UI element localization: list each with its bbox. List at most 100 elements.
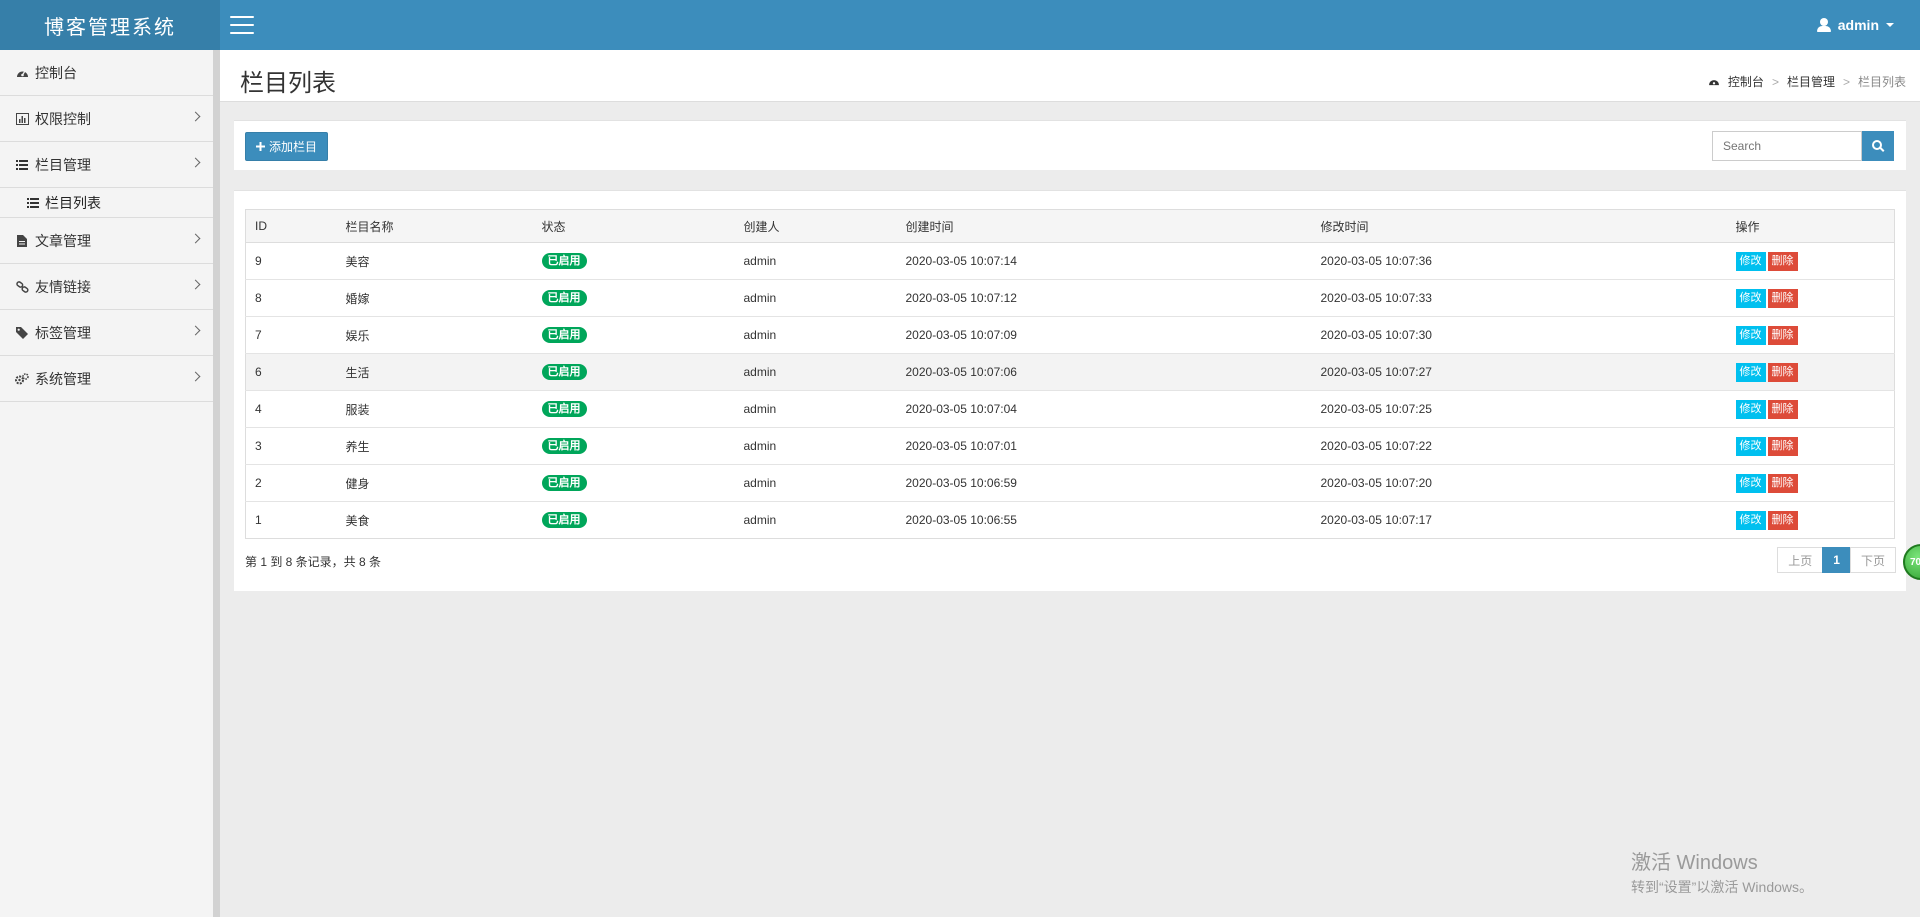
cell-status: 已启用: [532, 501, 735, 539]
gears-icon: [15, 372, 29, 386]
sidebar-item-tags[interactable]: 标签管理: [0, 310, 213, 356]
cell-creator: admin: [734, 279, 897, 317]
sidebar-item-articles[interactable]: 文章管理: [0, 218, 213, 264]
delete-button[interactable]: 删除: [1767, 436, 1798, 456]
delete-button[interactable]: 删除: [1767, 510, 1798, 530]
cell-name: 健身: [336, 464, 533, 502]
cell-creator: admin: [734, 464, 897, 502]
windows-activation-watermark: 激活 Windows 转到“设置”以激活 Windows。: [1631, 846, 1813, 897]
cell-status: 已启用: [532, 242, 735, 280]
sidebar-item-label: 系统管理: [35, 370, 91, 387]
table-header-row: ID 栏目名称 状态 创建人 创建时间 修改时间 操作: [245, 209, 1895, 243]
column-header-modified[interactable]: 修改时间: [1311, 209, 1727, 243]
column-header-status[interactable]: 状态: [532, 209, 735, 243]
sidebar-subitem-category-list[interactable]: 栏目列表: [0, 188, 213, 218]
sidebar-scrollbar[interactable]: [213, 50, 220, 917]
sidebar-item-system[interactable]: 系统管理: [0, 356, 213, 402]
cell-actions: 修改 删除: [1726, 353, 1895, 391]
toolbar-box: 添加栏目: [234, 120, 1906, 170]
edit-button[interactable]: 修改: [1735, 251, 1766, 271]
delete-button[interactable]: 删除: [1767, 325, 1798, 345]
table-row: 6 生活 已启用 admin 2020-03-05 10:07:06 2020-03-05…: [245, 353, 1895, 391]
table-row: 1 美食 已启用 admin 2020-03-05 10:06:55 2020-03-05…: [245, 501, 1895, 539]
page-title: 栏目列表: [240, 70, 336, 97]
table-row: 2 健身 已启用 admin 2020-03-05 10:06:59 2020-03-05…: [245, 464, 1895, 502]
status-badge: 已启用: [541, 475, 587, 491]
delete-button[interactable]: 删除: [1767, 399, 1798, 419]
sidebar-item-label: 控制台: [35, 64, 77, 81]
edit-button[interactable]: 修改: [1735, 288, 1766, 308]
user-menu[interactable]: admin: [1816, 0, 1894, 50]
edit-button[interactable]: 修改: [1735, 325, 1766, 345]
status-badge: 已启用: [541, 512, 587, 528]
next-page-button[interactable]: 下页: [1849, 547, 1896, 573]
chevron-right-icon: [190, 325, 201, 336]
column-header-name[interactable]: 栏目名称: [336, 209, 533, 243]
breadcrumb-link-dashboard[interactable]: 控制台: [1728, 73, 1764, 90]
sidebar-item-categories[interactable]: 栏目管理: [0, 142, 213, 188]
top-navbar: 博客管理系统 admin: [0, 0, 1920, 50]
user-name: admin: [1837, 17, 1879, 33]
breadcrumb-link-categories[interactable]: 栏目管理: [1787, 73, 1835, 90]
cell-created: 2020-03-05 10:06:55: [896, 501, 1312, 539]
cell-actions: 修改 删除: [1726, 316, 1895, 354]
plus-icon: [256, 140, 265, 154]
status-badge: 已启用: [541, 401, 587, 417]
search-icon: [1872, 140, 1882, 150]
pagination: 上页 1 下页: [1777, 547, 1896, 573]
table-row: 8 婚嫁 已启用 admin 2020-03-05 10:07:12 2020-03-05…: [245, 279, 1895, 317]
column-header-creator[interactable]: 创建人: [734, 209, 897, 243]
hamburger-icon-bar: [230, 32, 254, 34]
cell-status: 已启用: [532, 316, 735, 354]
column-header-actions: 操作: [1726, 209, 1895, 243]
table-row: 7 娱乐 已启用 admin 2020-03-05 10:07:09 2020-03-05…: [245, 316, 1895, 354]
delete-button[interactable]: 删除: [1767, 288, 1798, 308]
sidebar-item-dashboard[interactable]: 控制台: [0, 50, 213, 96]
add-category-button[interactable]: 添加栏目: [245, 132, 329, 161]
edit-button[interactable]: 修改: [1735, 362, 1766, 382]
edit-button[interactable]: 修改: [1735, 473, 1766, 493]
edit-button[interactable]: 修改: [1735, 399, 1766, 419]
cell-name: 美食: [336, 501, 533, 539]
status-badge: 已启用: [541, 364, 587, 380]
sidebar-item-label: 栏目管理: [35, 156, 91, 173]
cell-actions: 修改 删除: [1726, 390, 1895, 428]
bar-chart-icon: [15, 112, 29, 126]
cell-modified: 2020-03-05 10:07:30: [1311, 316, 1727, 354]
breadcrumb-separator: >: [1771, 74, 1779, 89]
cell-id: 3: [245, 427, 337, 465]
search-button[interactable]: [1862, 131, 1894, 161]
column-header-created[interactable]: 创建时间: [896, 209, 1312, 243]
delete-button[interactable]: 删除: [1767, 251, 1798, 271]
cell-created: 2020-03-05 10:07:14: [896, 242, 1312, 280]
sidebar-item-links[interactable]: 友情链接: [0, 264, 213, 310]
edit-button[interactable]: 修改: [1735, 436, 1766, 456]
cell-status: 已启用: [532, 390, 735, 428]
delete-button[interactable]: 删除: [1767, 362, 1798, 382]
cell-status: 已启用: [532, 464, 735, 502]
cell-created: 2020-03-05 10:06:59: [896, 464, 1312, 502]
sidebar-item-label: 文章管理: [35, 232, 91, 249]
app-logo[interactable]: 博客管理系统: [0, 0, 220, 50]
page-button-current[interactable]: 1: [1822, 547, 1851, 573]
sidebar-item-label: 友情链接: [35, 278, 91, 295]
link-icon: [15, 280, 29, 294]
column-header-id[interactable]: ID: [245, 209, 337, 243]
status-badge: 已启用: [541, 438, 587, 454]
search-input[interactable]: [1712, 131, 1862, 161]
menu-toggle-button[interactable]: [230, 16, 254, 34]
prev-page-button[interactable]: 上页: [1777, 547, 1824, 573]
chevron-right-icon: [190, 157, 201, 168]
sidebar-item-permissions[interactable]: 权限控制: [0, 96, 213, 142]
chevron-right-icon: [190, 233, 201, 244]
sidebar-item-label: 权限控制: [35, 110, 91, 127]
edit-button[interactable]: 修改: [1735, 510, 1766, 530]
chevron-right-icon: [190, 279, 201, 290]
add-category-label: 添加栏目: [269, 140, 318, 154]
status-badge: 已启用: [541, 327, 587, 343]
cell-name: 婚嫁: [336, 279, 533, 317]
cell-name: 美容: [336, 242, 533, 280]
watermark-title: 激活 Windows: [1631, 852, 1758, 874]
table-record-info: 第 1 到 8 条记录，共 8 条: [245, 555, 382, 569]
delete-button[interactable]: 删除: [1767, 473, 1798, 493]
